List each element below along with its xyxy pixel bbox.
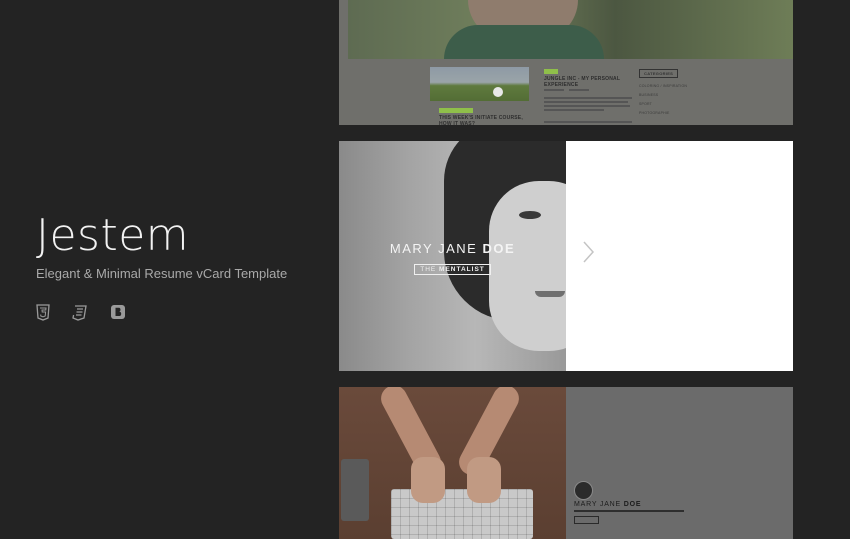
category-item[interactable]: PHOTOGRAPHIE xyxy=(639,111,670,115)
profile-content-panel xyxy=(566,141,793,371)
blog-post-tag xyxy=(544,69,558,74)
profile-card: MARY JANE DOE THE MENTALIST xyxy=(339,141,793,371)
workspace-card: MARY JANE DOE xyxy=(339,387,793,539)
category-item[interactable]: COLORING / INSPIRATION xyxy=(639,84,687,88)
blog-preview-card: JUNGLE INC - MY PERSONAL EXPERIENCE THIS… xyxy=(339,0,793,125)
chevron-right-icon[interactable] xyxy=(582,241,595,268)
categories-heading: CATEGORIES xyxy=(639,69,679,78)
category-item[interactable]: SPORT xyxy=(639,102,652,106)
blog-post-title-2[interactable]: THIS WEEK'S INITIATE COURSE, HOW IT WAS? xyxy=(439,115,529,125)
profile-role-badge: THE MENTALIST xyxy=(414,264,491,275)
tech-icons xyxy=(36,304,126,321)
blog-post-thumbnail[interactable] xyxy=(430,67,529,101)
hero: Jestem Elegant & Minimal Resume vCard Te… xyxy=(36,210,288,282)
workspace-content-panel: MARY JANE DOE xyxy=(566,387,793,539)
avatar xyxy=(574,481,593,500)
blog-header-photo xyxy=(348,0,793,59)
workspace-photo xyxy=(339,387,566,539)
blog-post-title[interactable]: JUNGLE INC - MY PERSONAL EXPERIENCE xyxy=(544,76,624,88)
category-item[interactable]: BUSINESS xyxy=(639,93,658,97)
hero-subtitle: Elegant & Minimal Resume vCard Template xyxy=(36,266,288,281)
mini-profile-subtitle xyxy=(574,510,684,512)
mini-profile-name: MARY JANE DOE xyxy=(574,501,642,508)
profile-name: MARY JANE DOE xyxy=(389,241,516,256)
bootstrap-icon xyxy=(110,304,126,321)
hero-title: Jestem xyxy=(36,210,190,261)
mini-profile-button[interactable] xyxy=(574,516,600,524)
html5-icon xyxy=(36,304,50,321)
blog-post-tag-2 xyxy=(439,108,473,113)
css3-icon xyxy=(72,304,88,321)
profile-photo: MARY JANE DOE THE MENTALIST xyxy=(339,141,599,371)
